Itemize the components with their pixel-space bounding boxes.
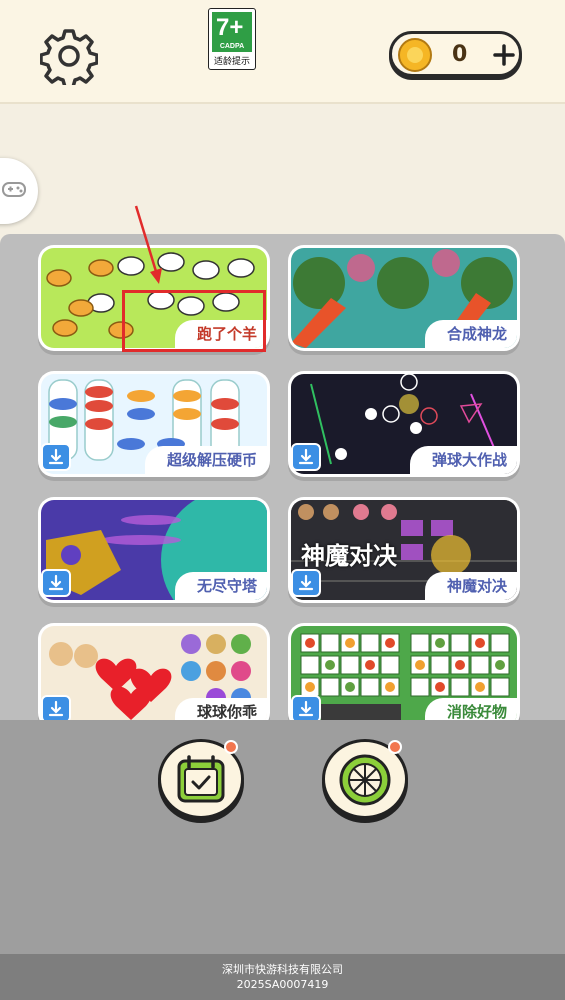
download-button[interactable] <box>291 443 321 471</box>
coin-count: 0 <box>452 42 468 67</box>
download-icon <box>48 700 64 717</box>
top-bar: 7+ CADPA 适龄提示 0 <box>0 0 565 104</box>
company-name: 深圳市快游科技有限公司 <box>222 963 343 976</box>
age-rating-org: CADPA <box>219 43 245 50</box>
age-rating-badge: 7+ CADPA 适龄提示 <box>208 8 256 70</box>
game-name-label: 消除好物 <box>424 698 517 720</box>
age-rating-note: 适龄提示 <box>213 57 250 67</box>
footer: 深圳市快游科技有限公司 2025SA0007419 <box>0 954 565 1000</box>
game-name-label: 神魔对决 <box>424 572 517 600</box>
game-name-label: 球球你乖 <box>174 698 267 720</box>
game-name-label: 超级解压硬币 <box>144 446 267 474</box>
game-grid: 跑了个羊 合成神龙 超级解压硬币 弹球大作战 无尽守塔 神魔对决 神魔对决 球球… <box>0 234 565 720</box>
lucky-wheel-button[interactable] <box>322 739 408 819</box>
game-name-label: 无尽守塔 <box>174 572 267 600</box>
download-button[interactable] <box>41 569 71 597</box>
side-game-tab[interactable] <box>0 158 38 224</box>
download-button[interactable] <box>291 569 321 597</box>
highlight-box <box>122 290 266 352</box>
calendar-icon <box>177 755 225 803</box>
coin-icon <box>398 38 432 72</box>
gamepad-icon <box>2 182 26 197</box>
game-card-tiles[interactable]: 消除好物 <box>288 623 520 720</box>
download-icon <box>298 448 314 465</box>
game-card-gods[interactable]: 神魔对决 神魔对决 <box>288 497 520 603</box>
download-icon <box>48 448 64 465</box>
game-card-coins[interactable]: 超级解压硬币 <box>38 371 270 477</box>
coin-balance[interactable]: 0 <box>389 31 522 77</box>
download-icon <box>48 574 64 591</box>
game-name-label: 弹球大作战 <box>409 446 517 474</box>
download-button[interactable] <box>291 695 321 720</box>
game-card-dragon[interactable]: 合成神龙 <box>288 245 520 351</box>
red-arrow-icon <box>134 205 162 284</box>
notification-dot <box>388 740 402 754</box>
download-button[interactable] <box>41 695 71 720</box>
game-card-balls[interactable]: 球球你乖 <box>38 623 270 720</box>
download-icon <box>298 574 314 591</box>
download-icon <box>298 700 314 717</box>
game-card-tower[interactable]: 无尽守塔 <box>38 497 270 603</box>
gear-icon[interactable] <box>40 27 98 85</box>
lime-wheel-icon <box>339 754 391 806</box>
game-art-title: 神魔对决 <box>301 542 397 570</box>
game-card-pinball[interactable]: 弹球大作战 <box>288 371 520 477</box>
license-number: 2025SA0007419 <box>236 978 329 991</box>
daily-checkin-button[interactable] <box>158 739 244 819</box>
download-button[interactable] <box>41 443 71 471</box>
game-name-label: 合成神龙 <box>424 320 517 348</box>
plus-icon[interactable] <box>492 43 516 67</box>
bottom-action-area <box>0 720 565 954</box>
age-rating-number: 7+ <box>216 14 244 41</box>
notification-dot <box>224 740 238 754</box>
